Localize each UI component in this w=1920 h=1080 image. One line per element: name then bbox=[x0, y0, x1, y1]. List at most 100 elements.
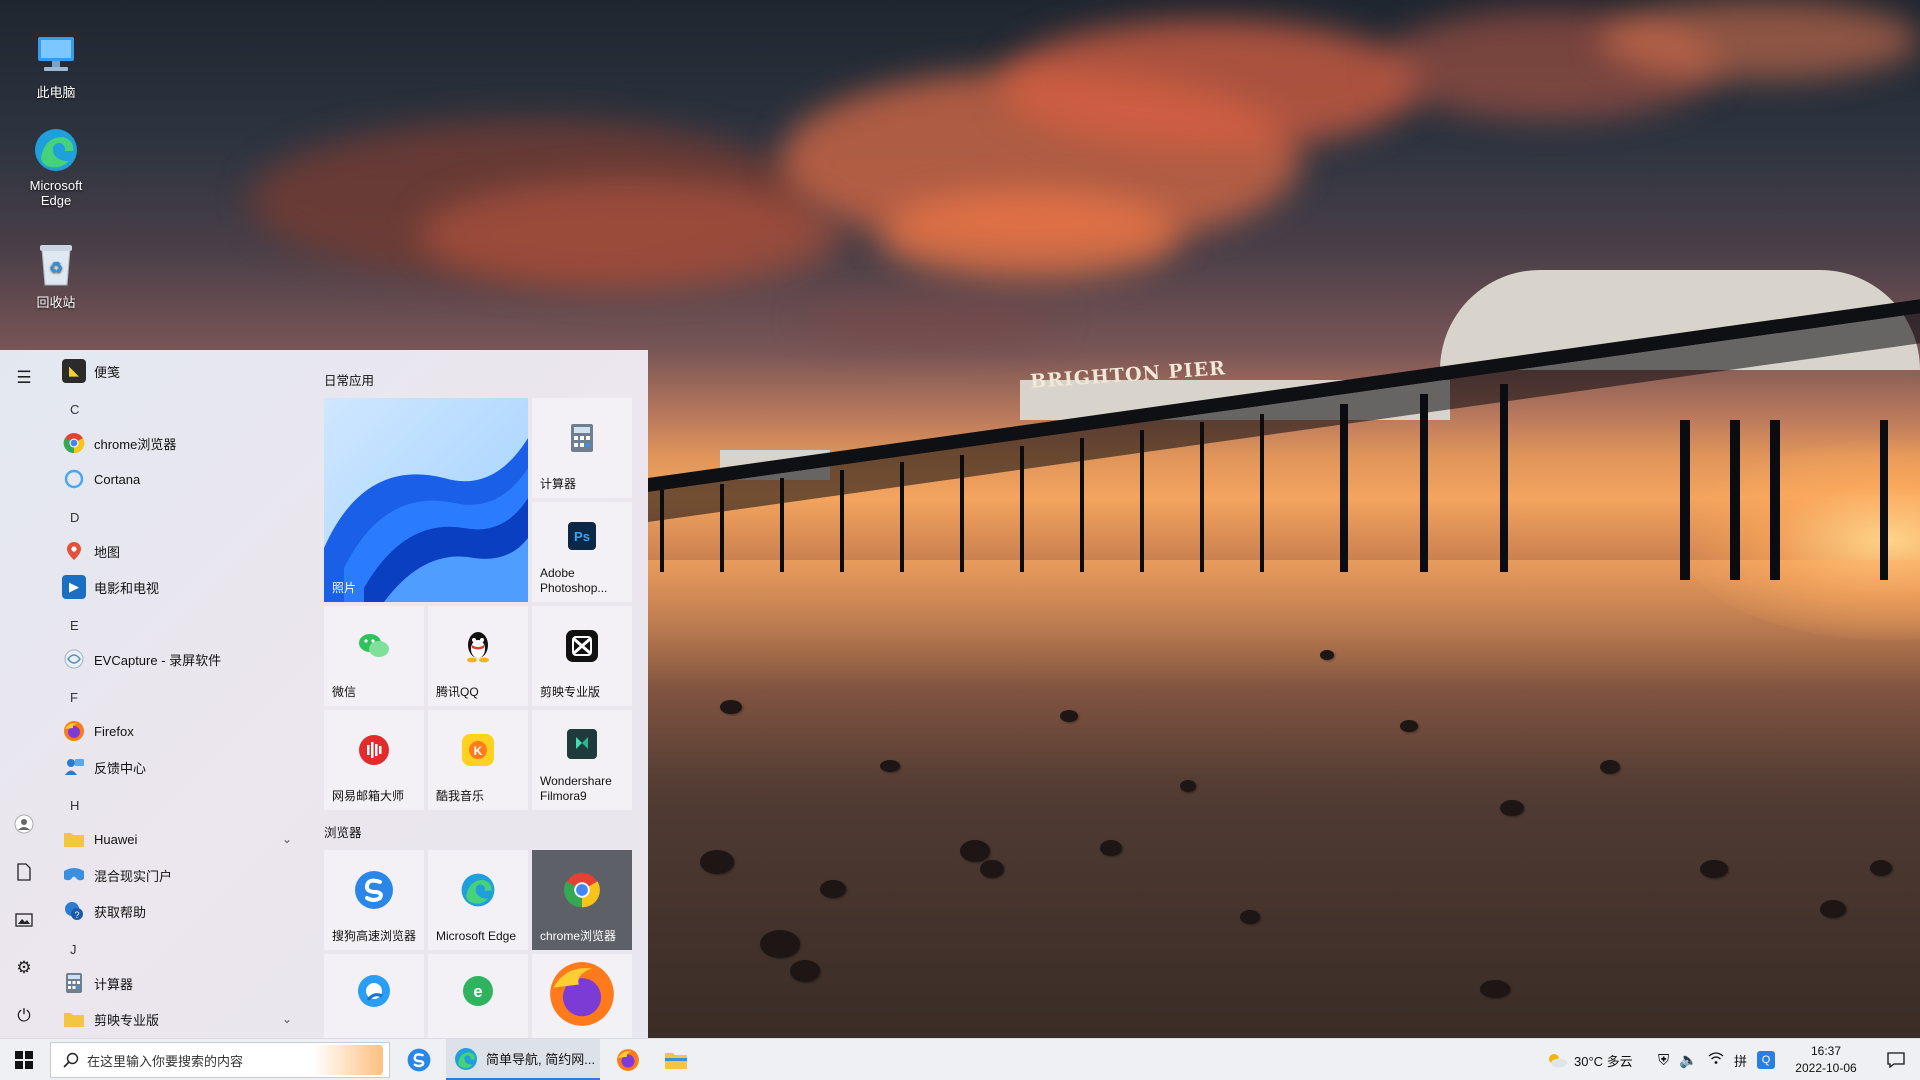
taskbar-sogou-button[interactable] bbox=[400, 1039, 438, 1080]
app-letter-e[interactable]: E bbox=[70, 618, 79, 633]
app-item-get-help[interactable]: ? 获取帮助 bbox=[62, 894, 312, 928]
app-item-label: 便笺 bbox=[94, 364, 121, 380]
tile-jianying[interactable]: 剪映专业版 bbox=[532, 606, 632, 706]
power-icon[interactable]: ⏻ bbox=[8, 1000, 40, 1032]
app-item-evcapture[interactable]: EVCapture - 录屏软件 bbox=[62, 642, 312, 676]
desktop-icon-this-pc[interactable]: 此电脑 bbox=[18, 30, 94, 101]
tray-app-icon[interactable]: Q bbox=[1756, 1051, 1775, 1069]
tile-label: 照片 bbox=[332, 581, 357, 595]
chrome-icon bbox=[62, 431, 86, 455]
weather-widget[interactable]: 30°C 多云 bbox=[1546, 1039, 1633, 1080]
app-folder-jianying[interactable]: 剪映专业版 ⌄ bbox=[62, 1002, 312, 1036]
app-item-chrome[interactable]: chrome浏览器 bbox=[62, 426, 312, 460]
tile-sogou[interactable]: 搜狗高速浏览器 bbox=[324, 850, 424, 950]
tile-browser-partial-2[interactable]: e bbox=[428, 954, 528, 1038]
tile-firefox[interactable] bbox=[532, 954, 632, 1038]
jianying-icon bbox=[566, 630, 598, 662]
filmora-icon bbox=[567, 729, 597, 759]
app-item-label: Huawei bbox=[94, 831, 138, 847]
taskbar-file-explorer-button[interactable] bbox=[656, 1039, 696, 1080]
tile-wechat[interactable]: 微信 bbox=[324, 606, 424, 706]
chevron-down-icon: ⌄ bbox=[281, 832, 292, 846]
tile-netease-mail[interactable]: 网易邮箱大师 bbox=[324, 710, 424, 810]
netease-mail-icon bbox=[358, 734, 390, 766]
app-item-movies-tv[interactable]: ▶ 电影和电视 bbox=[62, 570, 312, 604]
app-item-cortana[interactable]: Cortana bbox=[62, 462, 312, 496]
tile-browser-partial-1[interactable] bbox=[324, 954, 424, 1038]
folder-icon bbox=[62, 827, 86, 851]
app-letter-c[interactable]: C bbox=[70, 402, 79, 417]
sogou-browser-icon bbox=[407, 1048, 431, 1072]
app-item-label: chrome浏览器 bbox=[94, 436, 177, 452]
tile-calculator[interactable]: 计算器 bbox=[532, 398, 632, 498]
tray-icons: ⛨ 🔈 拼 Q bbox=[1658, 1039, 1775, 1080]
pictures-icon[interactable] bbox=[8, 904, 40, 936]
app-letter-f[interactable]: F bbox=[70, 690, 78, 705]
app-item-label: EVCapture - 录屏软件 bbox=[94, 652, 222, 668]
svg-text:Ps: Ps bbox=[574, 529, 590, 544]
settings-icon[interactable]: ⚙ bbox=[8, 952, 40, 984]
app-letter-h[interactable]: H bbox=[70, 798, 79, 813]
tile-filmora[interactable]: Wondershare Filmora9 bbox=[532, 710, 632, 810]
map-pin-icon bbox=[62, 539, 86, 563]
desktop-icon-recycle-bin[interactable]: ♻ 回收站 bbox=[18, 240, 94, 311]
search-icon bbox=[63, 1052, 79, 1071]
taskbar-edge-window[interactable]: 简单导航, 简约网... bbox=[446, 1039, 600, 1080]
app-item-label: 计算器 bbox=[94, 976, 134, 992]
tile-kuwo[interactable]: K 酷我音乐 bbox=[428, 710, 528, 810]
menu-icon[interactable]: ☰ bbox=[8, 362, 40, 394]
app-letter-d[interactable]: D bbox=[70, 510, 79, 525]
get-help-icon: ? bbox=[62, 899, 86, 923]
tile-label: Adobe Photoshop... bbox=[540, 566, 608, 595]
app-item-sticky-notes[interactable]: ◣ 便笺 bbox=[62, 354, 312, 388]
app-item-mixed-reality[interactable]: 混合现实门户 bbox=[62, 858, 312, 892]
edge-icon bbox=[455, 1047, 477, 1070]
desktop-icon-label: 此电脑 bbox=[36, 85, 76, 100]
wifi-icon[interactable] bbox=[1708, 1051, 1724, 1069]
search-highlight-illustration bbox=[313, 1045, 383, 1075]
app-folder-huawei[interactable]: Huawei ⌄ bbox=[62, 822, 312, 856]
tile-photoshop[interactable]: Ps Adobe Photoshop... bbox=[532, 502, 632, 602]
firefox-icon bbox=[62, 719, 86, 743]
input-method-icon[interactable]: 拼 bbox=[1734, 1051, 1747, 1070]
user-icon[interactable] bbox=[8, 808, 40, 840]
file-explorer-icon bbox=[665, 1053, 687, 1069]
security-shield-icon[interactable]: ⛨ bbox=[1658, 1052, 1669, 1069]
tile-label: chrome浏览器 bbox=[540, 929, 617, 943]
firefox-icon bbox=[617, 1049, 639, 1071]
desktop-icon-label: 回收站 bbox=[36, 295, 76, 310]
clock-time: 16:37 bbox=[1810, 1044, 1842, 1058]
tile-qq[interactable]: 腾讯QQ bbox=[428, 606, 528, 706]
app-item-feedback-hub[interactable]: 反馈中心 bbox=[62, 750, 312, 784]
desktop-icon-edge[interactable]: Microsoft Edge bbox=[18, 126, 94, 208]
tile-photos[interactable]: 照片 bbox=[324, 398, 528, 602]
qq-penguin-icon bbox=[464, 629, 492, 663]
notification-center-button[interactable] bbox=[1876, 1039, 1916, 1080]
chevron-down-icon: ⌄ bbox=[281, 1012, 292, 1026]
clock-date: 2022-10-06 bbox=[1795, 1061, 1857, 1075]
photoshop-icon: Ps bbox=[568, 522, 596, 550]
app-list: ◣ 便笺 C chrome浏览器 Cortana D 地图 ▶ 电影和电视 E … bbox=[56, 350, 310, 1038]
tile-edge[interactable]: Microsoft Edge bbox=[428, 850, 528, 950]
tile-chrome[interactable]: chrome浏览器 bbox=[532, 850, 632, 950]
start-button[interactable] bbox=[0, 1039, 48, 1080]
taskbar-search-box[interactable]: 在这里输入你要搜索的内容 bbox=[50, 1042, 390, 1078]
app-item-maps[interactable]: 地图 bbox=[62, 534, 312, 568]
taskbar-firefox-button[interactable] bbox=[608, 1039, 648, 1080]
app-letter-j[interactable]: J bbox=[70, 942, 77, 957]
tile-label: 腾讯QQ bbox=[436, 685, 479, 699]
app-item-label: 地图 bbox=[94, 544, 121, 560]
tile-label: 计算器 bbox=[540, 477, 577, 491]
sogou-browser-icon bbox=[354, 870, 394, 910]
volume-icon[interactable]: 🔈 bbox=[1679, 1051, 1698, 1069]
taskbar: 在这里输入你要搜索的内容 简单导航, 简约网... 30°C 多云 ⛨ 🔈 拼 … bbox=[0, 1038, 1920, 1080]
clock[interactable]: 16:37 2022-10-06 bbox=[1780, 1039, 1872, 1080]
feedback-hub-icon bbox=[62, 755, 86, 779]
folder-icon bbox=[62, 1007, 86, 1031]
documents-icon[interactable] bbox=[8, 856, 40, 888]
app-item-firefox[interactable]: Firefox bbox=[62, 714, 312, 748]
search-placeholder: 在这里输入你要搜索的内容 bbox=[87, 1053, 244, 1069]
app-item-label: 获取帮助 bbox=[94, 904, 147, 920]
calculator-icon bbox=[568, 423, 596, 453]
app-item-calculator[interactable]: 计算器 bbox=[62, 966, 312, 1000]
